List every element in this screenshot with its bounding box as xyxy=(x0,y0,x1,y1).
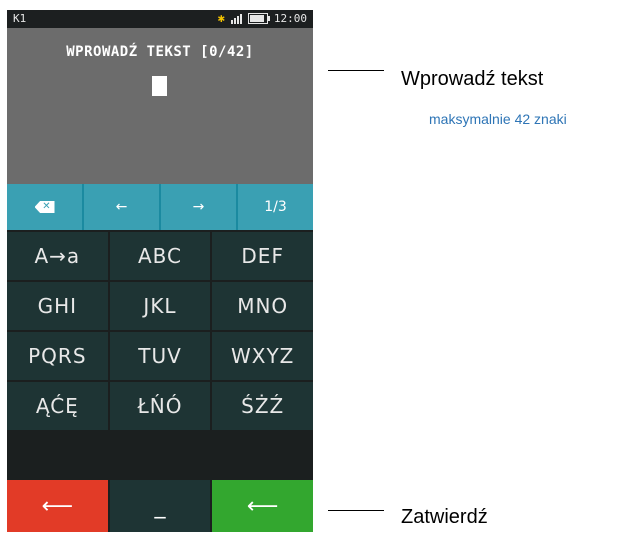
signal-icon xyxy=(230,13,242,24)
callout-input-subtitle: maksymalnie 42 znaki xyxy=(429,111,567,127)
battery-icon xyxy=(247,12,270,24)
key-jkl[interactable]: JKL xyxy=(107,282,211,330)
backspace-icon: ✕ xyxy=(34,201,55,213)
bottom-row: ⟵ _ ⟵ xyxy=(7,480,314,532)
key-pqrs[interactable]: PQRS xyxy=(7,332,108,380)
cursor-right-button[interactable]: → xyxy=(159,184,236,230)
terminal-device: K1 ✱ 12:00 WPROWADŹ TEKST [0/42] ✕ ← → 1… xyxy=(7,10,314,532)
callout-line-input xyxy=(328,70,384,71)
page-button[interactable]: 1/3 xyxy=(236,184,313,230)
return-icon: ⟵ xyxy=(41,493,74,519)
space-button[interactable]: _ xyxy=(107,480,211,532)
cursor-left-button[interactable]: ← xyxy=(82,184,159,230)
arrow-right-icon: → xyxy=(192,199,205,215)
key-def[interactable]: DEF xyxy=(210,232,314,280)
status-time: 12:00 xyxy=(273,11,307,25)
nav-row: ✕ ← → 1/3 xyxy=(7,184,313,230)
key-wxyz[interactable]: WXYZ xyxy=(210,332,314,380)
confirm-button[interactable]: ⟵ xyxy=(210,480,314,532)
bluetooth-icon: ✱ xyxy=(217,11,225,25)
key-row-3: PQRS TUV WXYZ xyxy=(7,332,314,380)
key-ace-diacritics[interactable]: ĄĆĘ xyxy=(7,382,108,430)
enter-icon: ⟵ xyxy=(246,493,279,519)
cancel-button[interactable]: ⟵ xyxy=(7,480,108,532)
key-abc[interactable]: ABC xyxy=(107,232,211,280)
key-row-1: A→a ABC DEF xyxy=(7,232,314,280)
text-input-screen: WPROWADŹ TEKST [0/42] xyxy=(7,28,313,184)
callout-input-title: Wprowadź tekst xyxy=(401,68,544,90)
terminal-id: K1 xyxy=(13,12,27,25)
input-prompt: WPROWADŹ TEKST [0/42] xyxy=(66,44,254,60)
key-ghi[interactable]: GHI xyxy=(7,282,108,330)
page-label: 1/3 xyxy=(264,199,287,215)
status-bar: K1 ✱ 12:00 xyxy=(7,10,313,28)
key-tuv[interactable]: TUV xyxy=(107,332,211,380)
text-cursor xyxy=(152,76,167,96)
callout-line-confirm xyxy=(328,510,384,511)
key-row-2: GHI JKL MNO xyxy=(7,282,314,330)
callout-confirm-title: Zatwierdź xyxy=(401,506,488,528)
key-lno-diacritics[interactable]: ŁŃÓ xyxy=(107,382,211,430)
arrow-left-icon: ← xyxy=(115,199,128,215)
key-szz-diacritics[interactable]: ŚŻŹ xyxy=(210,382,314,430)
backspace-button[interactable]: ✕ xyxy=(7,184,82,230)
key-case-toggle[interactable]: A→a xyxy=(7,232,108,280)
space-label: _ xyxy=(154,493,166,519)
key-mno[interactable]: MNO xyxy=(210,282,314,330)
key-row-4: ĄĆĘ ŁŃÓ ŚŻŹ xyxy=(7,382,314,430)
